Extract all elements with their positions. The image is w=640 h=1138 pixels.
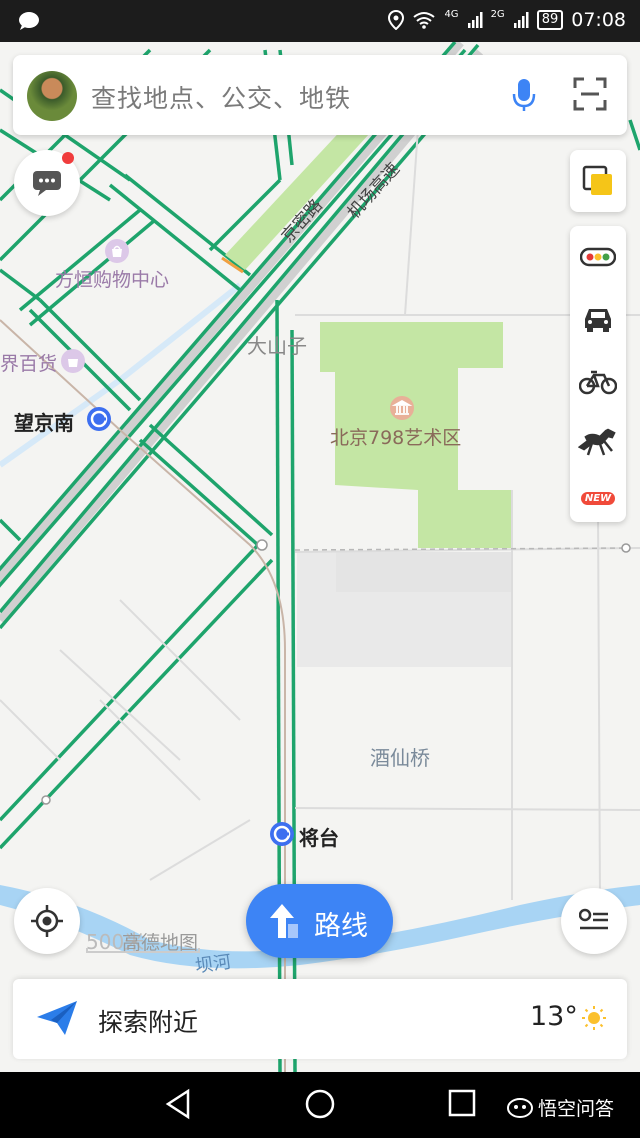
- list-icon: [578, 908, 609, 938]
- station-wangjingnan[interactable]: 望京南: [14, 407, 74, 436]
- amap-watermark: 高德地图: [122, 932, 199, 954]
- area-jiuxianqiao: 酒仙桥: [370, 746, 430, 770]
- signal-icon-2: [513, 12, 529, 28]
- signal-icon: [467, 12, 483, 28]
- layers-icon[interactable]: [570, 150, 626, 212]
- chat-bubble-icon: [18, 11, 40, 36]
- status-icons: 4G 2G 89 07:08: [388, 9, 626, 31]
- sun-icon: [581, 1005, 607, 1035]
- wukong-logo-icon: [507, 1097, 533, 1118]
- paper-plane-icon: [35, 999, 79, 1041]
- poi-jiebaihuo[interactable]: 界百货: [0, 349, 57, 376]
- scan-icon[interactable]: [573, 77, 607, 115]
- brand-text: 悟空问答: [538, 1098, 615, 1120]
- area-dashanzi: 大山子: [247, 334, 307, 358]
- avatar[interactable]: [27, 71, 77, 121]
- horse-icon[interactable]: [570, 412, 626, 474]
- explore-nearby-bar[interactable]: 探索附近 13°: [13, 979, 627, 1059]
- new-badge: NEW: [580, 491, 616, 505]
- layers-button[interactable]: [570, 150, 626, 212]
- clock: 07:08: [571, 9, 626, 31]
- search-input[interactable]: 查找地点、公交、地铁: [91, 79, 351, 115]
- message-button[interactable]: [14, 150, 80, 216]
- route-button[interactable]: 路线: [246, 884, 393, 958]
- wifi-icon: [413, 12, 436, 29]
- locate-button[interactable]: [14, 888, 80, 954]
- map-tools-panel: NEW: [570, 150, 626, 536]
- poi-fangheng[interactable]: 方恒购物中心: [55, 265, 169, 292]
- route-label: 路线: [314, 911, 368, 942]
- system-nav-bar: 悟空问答: [0, 1072, 640, 1138]
- message-icon: [32, 170, 62, 200]
- recent-apps-icon[interactable]: [448, 1088, 476, 1122]
- home-icon[interactable]: [304, 1088, 336, 1124]
- bike-icon[interactable]: [570, 350, 626, 412]
- taxi-icon[interactable]: [570, 288, 626, 350]
- battery-level: 89: [536, 10, 564, 30]
- status-bar: 4G 2G 89 07:08: [0, 0, 640, 42]
- location-icon: [388, 10, 405, 30]
- transport-tools: NEW: [570, 226, 626, 522]
- poi-798[interactable]: 北京798艺术区: [330, 423, 461, 450]
- traffic-light-icon[interactable]: [570, 226, 626, 288]
- search-bar[interactable]: 查找地点、公交、地铁: [13, 55, 627, 135]
- list-button[interactable]: [561, 888, 627, 954]
- brand-watermark: 悟空问答: [506, 1094, 614, 1121]
- new-feature[interactable]: NEW: [570, 474, 626, 522]
- back-icon[interactable]: [164, 1088, 192, 1124]
- temperature: 13°: [530, 1001, 578, 1032]
- notification-dot: [62, 152, 74, 164]
- microphone-icon[interactable]: [511, 77, 537, 117]
- route-arrow-icon: [268, 902, 300, 944]
- station-jiangtai[interactable]: 将台: [299, 822, 339, 851]
- network-2g-label: 2G: [490, 8, 505, 20]
- locate-icon: [30, 904, 64, 942]
- explore-label: 探索附近: [98, 1008, 199, 1037]
- network-4g-label: 4G: [444, 8, 459, 20]
